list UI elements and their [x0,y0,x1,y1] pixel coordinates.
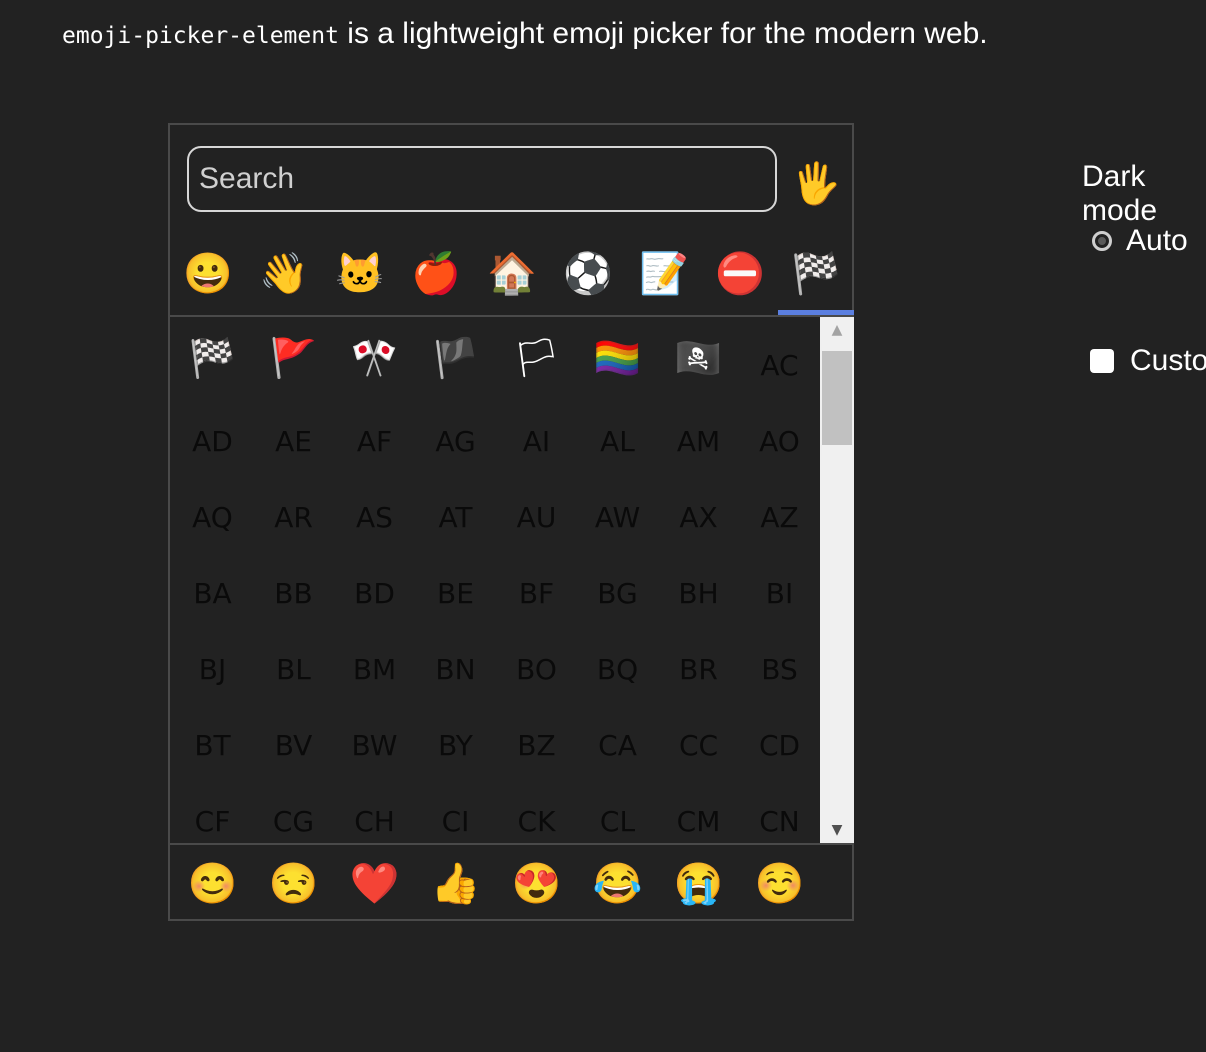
favorite-emoji[interactable]: 👍 [415,845,496,921]
tab-people[interactable]: 👋 [246,235,322,311]
intro-description: is a lightweight emoji picker for the mo… [338,17,988,50]
scrollbar[interactable]: ▲ ▼ [820,317,854,843]
intro-text: emoji-picker-element is a lightweight em… [62,14,988,56]
emoji-cell[interactable]: CM [658,777,739,843]
emoji-cell[interactable]: 🏴‍☠️ [658,321,739,397]
emoji-grid: 🏁 🚩 🎌 🏴 🏳 🏳️‍🌈 🏴‍☠️ AC AD AE AF AG AI AL AM AO AQ AR AS AT A… [170,317,820,843]
emoji-cell[interactable]: 🎌 [334,321,415,397]
emoji-cell[interactable]: AO [739,397,820,473]
emoji-cell[interactable]: BB [253,549,334,625]
emoji-cell[interactable]: AG [415,397,496,473]
tab-travel[interactable]: 🏠 [474,235,550,311]
emoji-cell[interactable]: BE [415,549,496,625]
emoji-cell[interactable]: AD [172,397,253,473]
emoji-cell[interactable]: BY [415,701,496,777]
emoji-cell[interactable]: BL [253,625,334,701]
emoji-cell[interactable]: CL [577,777,658,843]
emoji-cell[interactable]: CK [496,777,577,843]
emoji-cell[interactable]: BT [172,701,253,777]
auto-option[interactable]: Auto [1092,224,1188,258]
emoji-cell[interactable]: CG [253,777,334,843]
emoji-cell[interactable]: AZ [739,473,820,549]
emoji-cell[interactable]: BF [496,549,577,625]
favorite-emoji[interactable]: 😂 [577,845,658,921]
emoji-cell[interactable]: BN [415,625,496,701]
emoji-cell[interactable]: CF [172,777,253,843]
favorite-emoji[interactable]: ❤️ [334,845,415,921]
auto-radio[interactable] [1092,231,1112,251]
emoji-cell[interactable]: BD [334,549,415,625]
emoji-grid-area: 🏁 🚩 🎌 🏴 🏳 🏳️‍🌈 🏴‍☠️ AC AD AE AF AG AI AL AM AO AQ AR AS AT A… [170,317,820,843]
category-tabs: 😀 👋 🐱 🍎 🏠 ⚽ 📝 ⛔ 🏁 [170,235,854,315]
emoji-cell[interactable]: BR [658,625,739,701]
emoji-cell[interactable]: BI [739,549,820,625]
emoji-cell[interactable]: AE [253,397,334,473]
emoji-cell[interactable]: BJ [172,625,253,701]
emoji-cell[interactable]: AT [415,473,496,549]
emoji-cell[interactable]: CH [334,777,415,843]
search-input[interactable] [187,146,777,212]
emoji-cell[interactable]: AW [577,473,658,549]
emoji-cell[interactable]: 🏳️‍🌈 [577,321,658,397]
tab-activities[interactable]: ⚽ [550,235,626,311]
emoji-cell[interactable]: CC [658,701,739,777]
emoji-cell[interactable]: CI [415,777,496,843]
emoji-cell[interactable]: BZ [496,701,577,777]
skintone-button[interactable]: 🖐 [788,155,844,211]
emoji-cell[interactable]: 🏳 [496,321,577,397]
emoji-cell[interactable]: AM [658,397,739,473]
scroll-down-arrow-icon[interactable]: ▼ [820,817,854,843]
favorite-emoji[interactable]: 😊 [172,845,253,921]
emoji-cell[interactable]: CA [577,701,658,777]
emoji-cell[interactable]: 🏴 [415,321,496,397]
scrollbar-thumb[interactable] [822,351,852,445]
emoji-cell[interactable]: AF [334,397,415,473]
emoji-cell[interactable]: BV [253,701,334,777]
emoji-cell[interactable]: AR [253,473,334,549]
emoji-cell[interactable]: BQ [577,625,658,701]
tab-flags[interactable]: 🏁 [778,235,854,311]
emoji-cell[interactable]: BA [172,549,253,625]
emoji-cell[interactable]: BO [496,625,577,701]
custom-checkbox[interactable] [1090,349,1114,373]
emoji-cell[interactable]: AI [496,397,577,473]
custom-option[interactable]: Custom [1090,344,1206,378]
emoji-cell[interactable]: AS [334,473,415,549]
tab-smileys[interactable]: 😀 [170,235,246,311]
emoji-cell[interactable]: BG [577,549,658,625]
favorite-emoji[interactable]: 😍 [496,845,577,921]
emoji-cell[interactable]: AU [496,473,577,549]
emoji-cell[interactable]: AC [739,321,820,397]
tab-objects[interactable]: 📝 [626,235,702,311]
auto-label: Auto [1126,224,1188,257]
tab-food[interactable]: 🍎 [398,235,474,311]
emoji-cell[interactable]: BH [658,549,739,625]
custom-label: Custom [1130,344,1206,377]
emoji-cell[interactable]: AQ [172,473,253,549]
tab-symbols[interactable]: ⛔ [702,235,778,311]
emoji-cell[interactable]: BW [334,701,415,777]
tab-animals[interactable]: 🐱 [322,235,398,311]
dark-mode-heading: Dark mode [1082,160,1158,227]
emoji-cell[interactable]: 🏁 [172,321,253,397]
emoji-cell[interactable]: BS [739,625,820,701]
emoji-cell[interactable]: CD [739,701,820,777]
emoji-picker: 🖐 😀 👋 🐱 🍎 🏠 ⚽ 📝 ⛔ 🏁 🏁🚩🎌🏴🏳🏳️‍🌈🏴‍☠️ACADAEA… [168,123,854,921]
emoji-cell[interactable]: AL [577,397,658,473]
package-name: emoji-picker-element [62,23,339,49]
favorite-emoji[interactable]: ☺️ [739,845,820,921]
favorites-bar: 😊 😒 ❤️ 👍 😍 😂 😭 ☺️ [170,845,856,921]
emoji-cell[interactable]: AX [658,473,739,549]
emoji-cell[interactable]: CN [739,777,820,843]
favorite-emoji[interactable]: 😒 [253,845,334,921]
favorite-emoji[interactable]: 😭 [658,845,739,921]
emoji-cell[interactable]: 🚩 [253,321,334,397]
emoji-cell[interactable]: BM [334,625,415,701]
scroll-up-arrow-icon[interactable]: ▲ [820,317,854,343]
